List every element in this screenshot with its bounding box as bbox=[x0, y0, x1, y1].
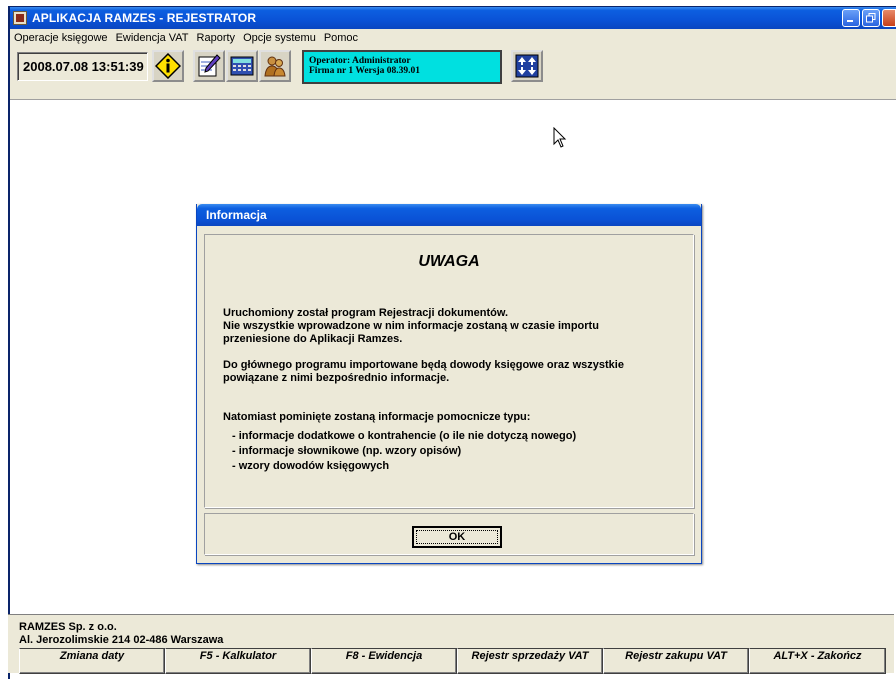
info-icon bbox=[155, 53, 181, 79]
info-button[interactable] bbox=[152, 50, 184, 82]
menu-pomoc[interactable]: Pomoc bbox=[320, 32, 362, 44]
company-info: RAMZES Sp. z o.o. Al. Jerozolimskie 214 … bbox=[19, 621, 223, 647]
switch-button[interactable] bbox=[511, 50, 543, 82]
menu-ewidencja-vat[interactable]: Ewidencja VAT bbox=[112, 32, 193, 44]
dialog-message-panel: UWAGA Uruchomiony został program Rejestr… bbox=[204, 234, 694, 508]
records-fkey-button[interactable]: F8 - Ewidencja bbox=[311, 648, 457, 674]
sales-vat-register-button[interactable]: Rejestr sprzedaży VAT bbox=[457, 648, 603, 674]
ok-button[interactable]: OK bbox=[412, 526, 502, 548]
minimize-icon bbox=[847, 20, 853, 22]
dialog-bullet-list: - informacje dodatkowe o kontrahencie (o… bbox=[232, 429, 702, 474]
edit-button[interactable] bbox=[193, 50, 225, 82]
datetime-display[interactable]: 2008.07.08 13:51:39 bbox=[17, 52, 148, 81]
text-line: Do głównego programu importowane będą do… bbox=[223, 359, 624, 371]
menu-bar: Operacje księgowe Ewidencja VAT Raporty … bbox=[10, 29, 896, 46]
dialog-button-panel: OK bbox=[204, 513, 694, 555]
dialog-paragraph-1: Uruchomiony został program Rejestracji d… bbox=[223, 307, 693, 346]
purchase-vat-register-button[interactable]: Rejestr zakupu VAT bbox=[603, 648, 749, 674]
exit-button[interactable]: ALT+X - Zakończ bbox=[749, 648, 886, 674]
title-bar[interactable]: APLIKACJA RAMZES - REJESTRATOR bbox=[10, 7, 896, 29]
restore-icon bbox=[866, 13, 876, 23]
text-line: Uruchomiony został program Rejestracji d… bbox=[223, 307, 509, 319]
dialog-paragraph-2: Do głównego programu importowane będą do… bbox=[223, 359, 693, 385]
status-bar: RAMZES Sp. z o.o. Al. Jerozolimskie 214 … bbox=[8, 614, 894, 674]
menu-operacje[interactable]: Operacje księgowe bbox=[10, 32, 112, 44]
text-line: powiązane z nimi bezpośrednio informacje… bbox=[223, 372, 450, 384]
app-icon[interactable] bbox=[13, 11, 27, 25]
users-icon bbox=[264, 56, 286, 77]
calculator-icon bbox=[230, 56, 254, 76]
calculator-button[interactable] bbox=[226, 50, 258, 82]
window-controls bbox=[842, 9, 896, 27]
text-line: przeniesione do Aplikacji Ramzes. bbox=[223, 333, 403, 345]
switch-arrows-icon bbox=[515, 54, 539, 78]
list-item: - informacje dodatkowe o kontrahencie (o… bbox=[232, 430, 577, 442]
maximize-button[interactable] bbox=[862, 9, 880, 27]
dialog-paragraph-3: Natomiast pominięte zostaną informacje p… bbox=[223, 411, 531, 423]
operator-line: Operator: Administrator bbox=[309, 56, 411, 66]
information-dialog: Informacja UWAGA Uruchomiony został prog… bbox=[196, 204, 702, 564]
firm-version-line: Firma nr 1 Wersja 08.39.01 bbox=[309, 66, 420, 76]
window-title: APLIKACJA RAMZES - REJESTRATOR bbox=[32, 11, 257, 25]
company-name: RAMZES Sp. z o.o. bbox=[19, 621, 117, 633]
operator-info: Operator: Administrator Firma nr 1 Wersj… bbox=[302, 50, 502, 84]
notepad-pen-icon bbox=[198, 54, 221, 77]
close-button[interactable] bbox=[882, 9, 896, 27]
list-item: - wzory dowodów księgowych bbox=[232, 460, 390, 472]
menu-raporty[interactable]: Raporty bbox=[193, 32, 240, 44]
mouse-cursor-icon bbox=[553, 127, 567, 148]
list-item: - informacje słownikowe (np. wzory opisó… bbox=[232, 445, 462, 457]
calculator-fkey-button[interactable]: F5 - Kalkulator bbox=[165, 648, 311, 674]
minimize-button[interactable] bbox=[842, 9, 860, 27]
toolbar: 2008.07.08 13:51:39 Operator: Administra… bbox=[10, 46, 896, 100]
dialog-heading: UWAGA bbox=[418, 253, 480, 270]
text-line: Nie wszystkie wprowadzone w nim informac… bbox=[223, 320, 599, 332]
dialog-title[interactable]: Informacja bbox=[197, 204, 701, 226]
menu-opcje-systemu[interactable]: Opcje systemu bbox=[239, 32, 320, 44]
function-keys-bar: Zmiana daty F5 - Kalkulator F8 - Ewidenc… bbox=[19, 648, 894, 674]
change-date-button[interactable]: Zmiana daty bbox=[19, 648, 165, 674]
company-address: Al. Jerozolimskie 214 02-486 Warszawa bbox=[19, 634, 224, 646]
users-button[interactable] bbox=[259, 50, 291, 82]
